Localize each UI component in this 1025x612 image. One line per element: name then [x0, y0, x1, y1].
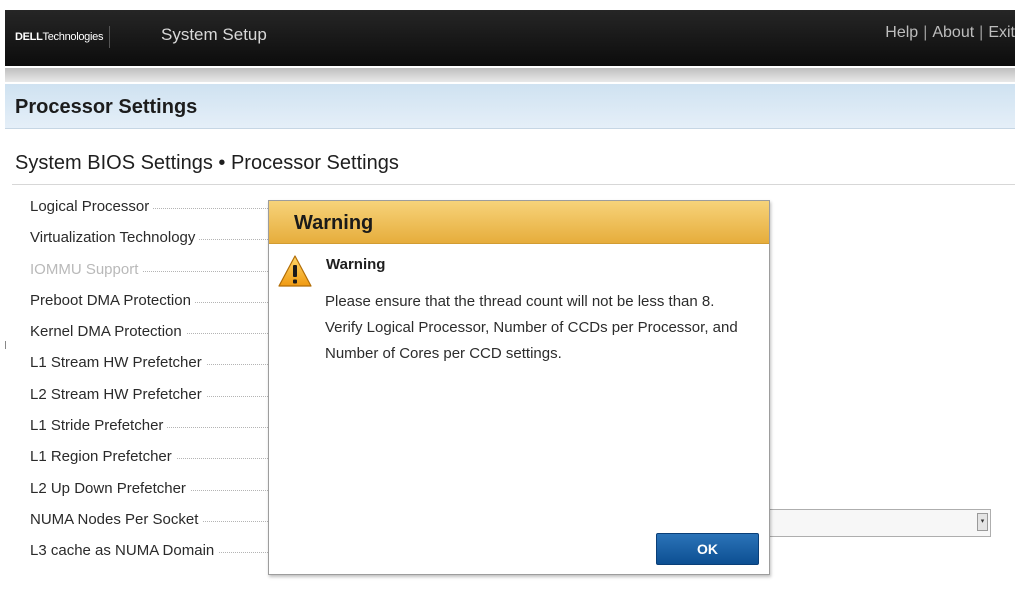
setting-label: Logical Processor	[30, 198, 154, 215]
setting-row-l1-stride-prefetcher[interactable]: L1 Stride Prefetcher	[30, 417, 270, 448]
header-links: Help | About | Exit	[885, 24, 1015, 42]
setting-label: Preboot DMA Protection	[30, 291, 195, 309]
header-divider	[5, 68, 1015, 82]
setting-label: Virtualization Technology	[30, 229, 200, 247]
warning-dialog: Warning Warning Please ensure that the t…	[268, 200, 770, 575]
section-header: Processor Settings	[5, 84, 1015, 129]
dialog-heading: Warning	[326, 256, 386, 273]
numa-nodes-dropdown[interactable]: ▾	[766, 509, 991, 537]
warning-icon	[278, 255, 312, 287]
setting-row-l1-region-prefetcher[interactable]: L1 Region Prefetcher	[30, 448, 270, 479]
exit-link[interactable]: Exit	[988, 24, 1015, 41]
setting-row-kernel-dma-protection[interactable]: Kernel DMA Protection	[30, 323, 270, 354]
ok-button[interactable]: OK	[656, 533, 759, 565]
setting-label: L1 Stream HW Prefetcher	[30, 354, 206, 372]
setting-label: Kernel DMA Protection	[30, 323, 186, 341]
setting-row-l2-stream-hw-prefetcher[interactable]: L2 Stream HW Prefetcher	[30, 385, 270, 417]
setting-label: NUMA Nodes Per Socket	[30, 510, 203, 528]
top-header-bar: DELLTechnologies System Setup Help | About…	[5, 10, 1015, 66]
scroll-marker	[5, 341, 6, 349]
setting-label: L3 cache as NUMA Domain	[30, 542, 219, 560]
dell-technologies-logo: DELLTechnologies	[9, 26, 111, 48]
breadcrumb: System BIOS Settings • Processor Setting…	[15, 152, 399, 174]
breadcrumb-divider	[12, 184, 1015, 185]
setting-row-l1-stream-hw-prefetcher[interactable]: L1 Stream HW Prefetcher	[30, 354, 270, 385]
settings-list: Logical Processor Virtualization Technol…	[30, 198, 270, 574]
help-link[interactable]: Help	[885, 24, 918, 41]
brand-bold: DELL	[15, 31, 43, 43]
setting-row-preboot-dma-protection[interactable]: Preboot DMA Protection	[30, 291, 270, 323]
setting-label: L2 Up Down Prefetcher	[30, 479, 190, 497]
brand-rest: Technologies	[42, 31, 104, 43]
link-separator: |	[923, 24, 928, 41]
setting-row-logical-processor[interactable]: Logical Processor	[30, 198, 270, 229]
setting-label: L1 Stride Prefetcher	[30, 417, 168, 435]
page-title: Processor Settings	[15, 96, 198, 118]
setting-row-numa-nodes-per-socket[interactable]: NUMA Nodes Per Socket	[30, 510, 270, 542]
setting-row-iommu-support: IOMMU Support	[30, 260, 270, 292]
dialog-titlebar: Warning	[269, 201, 769, 244]
setting-label: L2 Stream HW Prefetcher	[30, 385, 206, 403]
setting-row-l3-cache-as-numa-domain[interactable]: L3 cache as NUMA Domain	[30, 542, 270, 573]
dialog-message: Please ensure that the thread count will…	[325, 293, 738, 362]
about-link[interactable]: About	[932, 24, 974, 41]
setting-label: IOMMU Support	[30, 260, 143, 278]
app-title: System Setup	[161, 25, 267, 44]
link-separator: |	[979, 24, 984, 41]
setting-row-l2-up-down-prefetcher[interactable]: L2 Up Down Prefetcher	[30, 479, 270, 511]
dropdown-arrow-icon[interactable]: ▾	[977, 513, 988, 531]
setting-label: L1 Region Prefetcher	[30, 448, 176, 466]
setting-row-virtualization-technology[interactable]: Virtualization Technology	[30, 229, 270, 260]
dialog-title: Warning	[294, 212, 374, 234]
